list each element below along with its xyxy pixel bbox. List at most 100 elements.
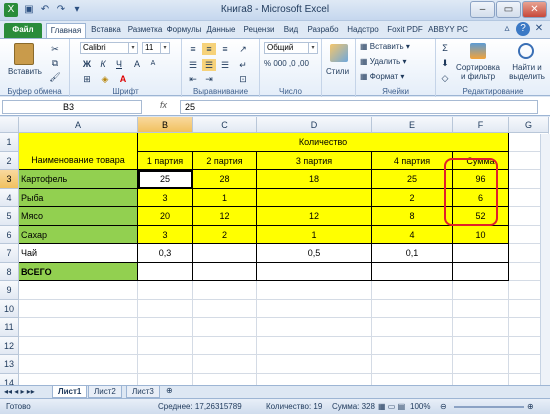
minimize-button[interactable]: –	[470, 1, 495, 18]
sheet-nav-icon[interactable]: ◂◂ ◂ ▸ ▸▸	[4, 387, 35, 396]
empty-cell[interactable]	[372, 373, 453, 385]
empty-cell[interactable]	[372, 336, 453, 355]
column-header-g[interactable]: G	[509, 117, 549, 133]
bold-button[interactable]: Ж	[80, 58, 94, 70]
view-buttons-icon[interactable]: ▦ ▭ ▤	[378, 402, 405, 411]
delete-cells-button[interactable]: ▦ Удалить ▾	[360, 57, 407, 66]
styles-button[interactable]: Стили	[326, 67, 349, 76]
align-bottom-icon[interactable]: ≡	[218, 43, 232, 55]
row-header-14[interactable]: 14	[0, 373, 19, 385]
insert-function-icon[interactable]: fx	[160, 100, 167, 110]
data-cell[interactable]: 20	[138, 207, 193, 226]
cut-icon[interactable]: ✂	[48, 43, 62, 55]
empty-cell[interactable]	[257, 299, 372, 318]
empty-cell[interactable]	[453, 336, 509, 355]
row-header-3[interactable]: 3	[0, 170, 19, 189]
row-header-2[interactable]: 2	[0, 151, 19, 170]
empty-cell[interactable]	[19, 318, 138, 337]
empty-cell[interactable]	[138, 299, 193, 318]
header-batch-cell[interactable]: 3 партия	[257, 151, 372, 170]
zoom-level[interactable]: 100%	[410, 402, 430, 411]
empty-cell[interactable]	[372, 355, 453, 374]
row-header-9[interactable]: 9	[0, 281, 19, 300]
empty-cell[interactable]	[19, 355, 138, 374]
row-header-1[interactable]: 1	[0, 133, 19, 152]
empty-cell[interactable]	[453, 355, 509, 374]
zoom-slider[interactable]	[454, 406, 524, 408]
data-cell[interactable]	[453, 244, 509, 263]
tab-review[interactable]: Рецензи	[240, 23, 278, 38]
empty-cell[interactable]	[372, 299, 453, 318]
empty-cell[interactable]	[193, 373, 257, 385]
tab-developer[interactable]: Разрабо	[304, 23, 342, 38]
copy-icon[interactable]: ⧉	[48, 57, 62, 69]
orientation-icon[interactable]: ↗	[236, 43, 250, 55]
font-size-combo[interactable]: 11 ▾	[142, 42, 170, 54]
borders-icon[interactable]: ⊞	[80, 73, 94, 85]
tab-page-layout[interactable]: Разметка	[126, 23, 164, 38]
data-cell[interactable]: 8	[372, 207, 453, 226]
empty-cell[interactable]	[193, 336, 257, 355]
column-header-f[interactable]: F	[453, 117, 509, 133]
empty-cell[interactable]	[372, 318, 453, 337]
product-name-cell[interactable]: Картофель	[19, 170, 138, 189]
total-cell[interactable]	[257, 262, 372, 281]
clear-icon[interactable]: ◇	[438, 72, 452, 84]
empty-cell[interactable]	[453, 299, 509, 318]
column-header-b[interactable]: B	[138, 117, 193, 133]
tab-file[interactable]: Файл	[4, 23, 42, 38]
tab-view[interactable]: Вид	[280, 23, 302, 38]
total-cell[interactable]	[372, 262, 453, 281]
align-middle-icon[interactable]: ≡	[202, 43, 216, 55]
font-color-icon[interactable]: A	[116, 73, 130, 85]
tab-foxit-pdf[interactable]: Foxit PDF	[384, 23, 426, 38]
product-name-cell[interactable]: Рыба	[19, 188, 138, 207]
tab-abbyy[interactable]: ABBYY PC	[428, 23, 468, 38]
empty-cell[interactable]	[257, 336, 372, 355]
data-cell[interactable]	[193, 244, 257, 263]
header-batch-cell[interactable]: 1 партия	[138, 151, 193, 170]
empty-cell[interactable]	[138, 318, 193, 337]
wrap-text-icon[interactable]: ↵	[236, 59, 250, 71]
empty-cell[interactable]	[19, 373, 138, 385]
maximize-button[interactable]: ▭	[496, 1, 521, 18]
align-top-icon[interactable]: ≡	[186, 43, 200, 55]
empty-cell[interactable]	[193, 281, 257, 300]
data-cell[interactable]: 25	[372, 170, 453, 189]
align-right-icon[interactable]: ☰	[218, 59, 232, 71]
data-cell[interactable]	[257, 188, 372, 207]
header-name-cell[interactable]: Наименование товара	[19, 133, 138, 170]
fill-color-icon[interactable]: ◈	[98, 73, 112, 85]
data-cell[interactable]: 18	[257, 170, 372, 189]
sheet-tab-3[interactable]: Лист3	[126, 386, 160, 398]
workbook-close-icon[interactable]: ✕	[532, 22, 546, 36]
fill-icon[interactable]: ⬇	[438, 57, 452, 69]
empty-cell[interactable]	[453, 373, 509, 385]
align-left-icon[interactable]: ☰	[186, 59, 200, 71]
data-cell[interactable]: 1	[257, 225, 372, 244]
format-painter-icon[interactable]: 🖌	[48, 71, 62, 83]
empty-cell[interactable]	[257, 373, 372, 385]
empty-cell[interactable]	[138, 355, 193, 374]
empty-cell[interactable]	[453, 281, 509, 300]
data-cell[interactable]: 10	[453, 225, 509, 244]
merge-center-icon[interactable]: ⊡	[236, 73, 250, 85]
tab-formulas[interactable]: Формулы	[166, 23, 202, 38]
underline-button[interactable]: Ч	[112, 58, 126, 70]
tab-insert[interactable]: Вставка	[88, 23, 124, 38]
total-cell[interactable]	[138, 262, 193, 281]
decrease-indent-icon[interactable]: ⇤	[186, 73, 200, 85]
row-header-5[interactable]: 5	[0, 207, 19, 226]
number-format-combo[interactable]: Общий ▾	[264, 42, 318, 54]
row-header-11[interactable]: 11	[0, 318, 19, 337]
total-cell[interactable]	[453, 262, 509, 281]
column-header-c[interactable]: C	[193, 117, 257, 133]
insert-cells-button[interactable]: ▦ Вставить ▾	[360, 42, 410, 51]
find-select-button[interactable]: Найти и выделить	[506, 63, 548, 81]
tab-home[interactable]: Главная	[46, 23, 86, 38]
chevron-down-icon[interactable]: ▾	[128, 43, 137, 53]
select-all-corner[interactable]	[0, 117, 19, 133]
tab-data[interactable]: Данные	[204, 23, 238, 38]
header-batch-cell[interactable]: 2 партия	[193, 151, 257, 170]
number-format-buttons[interactable]: % 000 ,0 ,00	[264, 59, 309, 68]
